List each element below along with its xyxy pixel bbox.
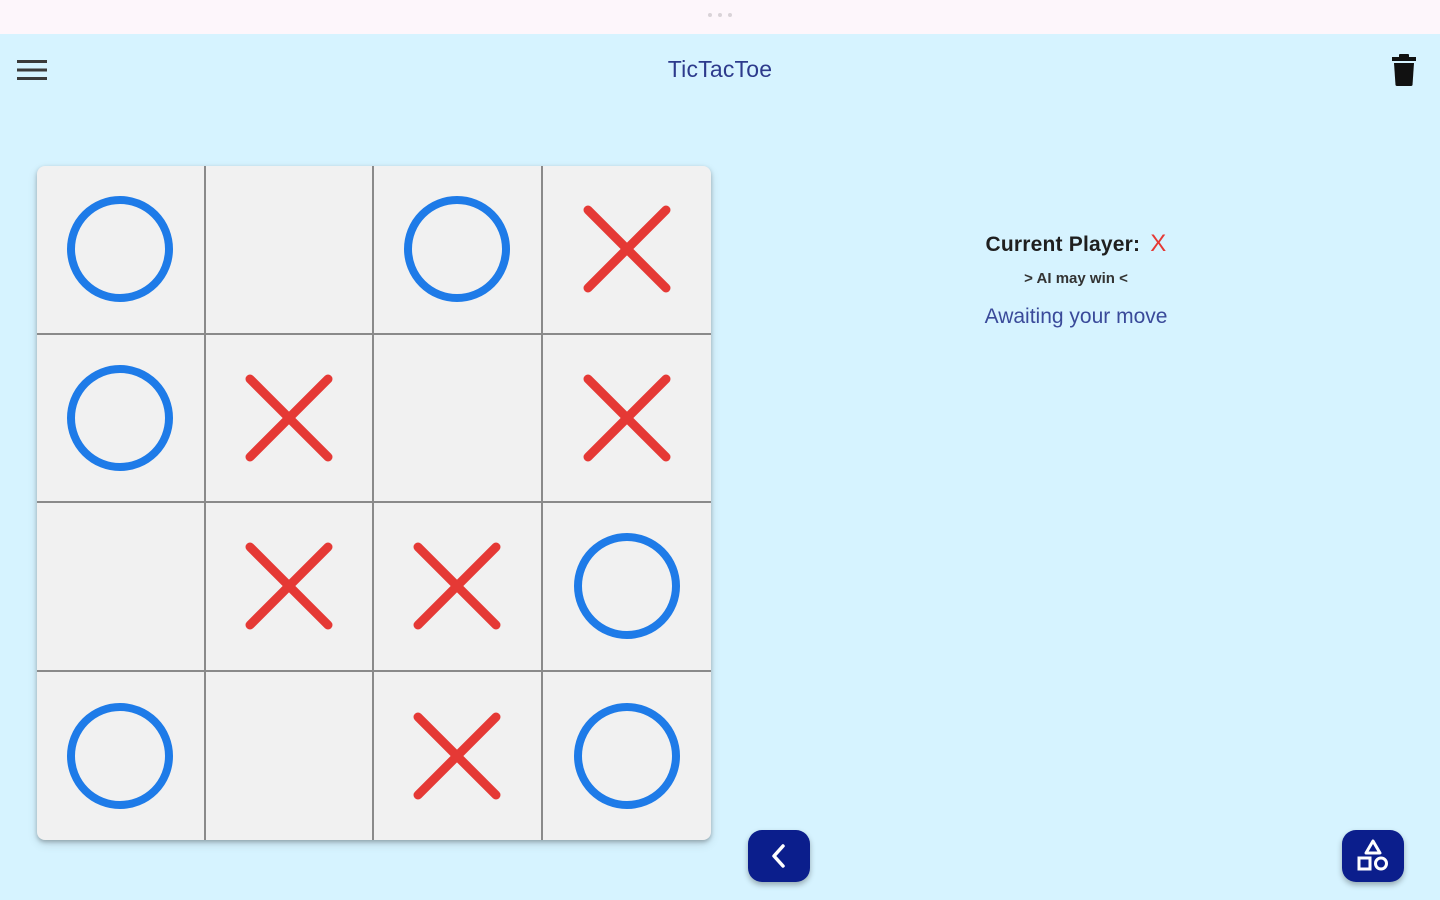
board-cell-r2-c2[interactable] [374,503,543,672]
status-bar-handle [708,10,732,20]
board-cell-r0-c1[interactable] [205,166,374,335]
board-cell-r0-c2[interactable] [374,166,543,335]
game-mode-button[interactable] [1342,830,1404,882]
board-cell-r3-c0[interactable] [37,671,206,840]
shapes-icon [1357,839,1388,871]
app-bar: TicTacToe [0,34,1440,106]
o-mark-icon [573,702,680,809]
back-button[interactable] [748,830,810,882]
o-mark-icon [67,364,174,471]
menu-button[interactable] [10,52,54,88]
board-cell-r3-c3[interactable] [543,672,712,841]
x-mark-icon [245,542,333,630]
board-cell-r0-c3[interactable] [542,166,711,335]
app-title: TicTacToe [667,56,773,82]
board-cell-r3-c2[interactable] [374,671,543,840]
board-cell-r2-c3[interactable] [542,503,711,672]
clear-board-button[interactable] [1382,50,1426,90]
trash-icon [1392,54,1416,86]
menu-icon [17,60,47,80]
game-info-panel: Current Player: X > AI may win < Awaitin… [880,230,1272,329]
status-bar [0,0,1440,34]
board-cell-r1-c2[interactable] [374,334,543,503]
current-player-mark: X [1150,230,1167,257]
x-mark-icon [583,374,671,462]
o-mark-icon [67,702,174,809]
game-board [37,166,711,840]
x-mark-icon [245,374,333,462]
o-mark-icon [404,196,511,303]
o-mark-icon [67,196,174,303]
board-cell-r2-c1[interactable] [205,503,374,672]
board-cell-r1-c0[interactable] [37,334,206,503]
current-player-row: Current Player: X [880,230,1272,258]
x-mark-icon [413,712,501,800]
board-cell-r1-c1[interactable] [205,334,374,503]
ai-hint: > AI may win < [1024,270,1128,287]
chevron-left-icon [772,844,785,868]
x-mark-icon [583,205,671,293]
board-cell-r3-c1[interactable] [206,671,374,840]
x-mark-icon [413,542,501,630]
current-player-label: Current Player: [985,233,1141,256]
board-cell-r2-c0[interactable] [37,503,206,672]
board-cell-r1-c3[interactable] [542,335,711,503]
board-cell-r0-c0[interactable] [37,166,206,335]
game-status-message: Awaiting your move [984,305,1168,328]
o-mark-icon [573,533,680,640]
